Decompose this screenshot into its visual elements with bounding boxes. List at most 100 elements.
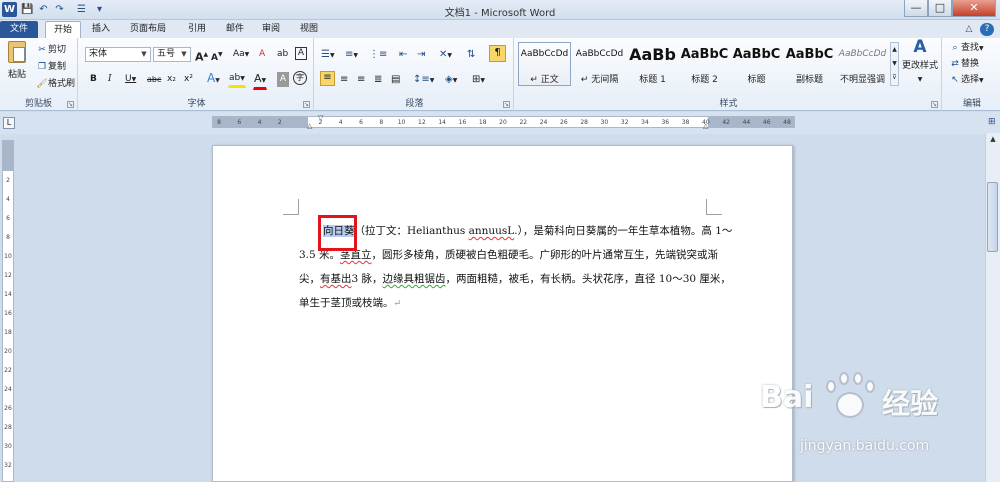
help-icon[interactable]: ?: [980, 23, 994, 36]
subscript-button[interactable]: x₂: [166, 72, 177, 87]
scroll-up-icon[interactable]: ▲: [987, 135, 999, 147]
phonetic-guide-icon: ab: [277, 49, 289, 59]
ruler-tick-label: 4: [338, 119, 343, 126]
chinese-layout-button[interactable]: ✕▼: [438, 47, 453, 63]
font-launcher-icon[interactable]: ↘: [303, 101, 310, 108]
scrollbar-thumb[interactable]: [987, 182, 998, 252]
numbering-button[interactable]: ≡▼: [344, 47, 362, 63]
select-button[interactable]: ↖ 选择▼: [948, 73, 985, 88]
tab-view[interactable]: 视图: [292, 21, 326, 38]
underline-button[interactable]: U▼: [124, 72, 137, 87]
format-painter-button[interactable]: 🖌格式刷: [35, 77, 76, 91]
cut-button[interactable]: ✂ 剪切: [35, 43, 67, 57]
horizontal-ruler[interactable]: 8 6 4 2 2 4 6 8 10 12 14 16 18 20 22 24 26 28 30 32 34 36 38 40…: [212, 114, 795, 130]
doc-text: ，圆形多棱角，质硬被白色粗硬毛。广卵形的叶片通常互生，先端锐突或渐: [371, 249, 719, 261]
margin-corner-mark: [706, 199, 722, 215]
distributed-button[interactable]: ▤: [390, 72, 401, 87]
font-size-select[interactable]: 五号 ▼: [153, 47, 191, 62]
change-styles-icon: A: [913, 37, 927, 57]
align-left-button[interactable]: ≡: [320, 71, 335, 86]
title-bar: W 💾 ↶ ↷ ☰ ▾ 文档1 - Microsoft Word — □ ✕: [0, 0, 1000, 20]
decrease-indent-button[interactable]: ⇤: [398, 47, 408, 62]
paragraph-launcher-icon[interactable]: ↘: [503, 101, 510, 108]
underline-icon: U: [125, 74, 132, 84]
increase-indent-button[interactable]: ⇥: [416, 47, 426, 62]
grow-font-button[interactable]: A▲: [194, 47, 209, 65]
tab-file[interactable]: 文件: [0, 21, 38, 38]
tab-insert[interactable]: 插入: [84, 21, 118, 38]
char-shading-button[interactable]: A: [277, 72, 289, 87]
bullets-button[interactable]: ☰▼: [320, 47, 338, 63]
document-body[interactable]: 向日葵（拉丁文：Helianthus annuusL.），是菊科向日葵属的一年生…: [299, 219, 732, 316]
show-marks-button[interactable]: ¶: [489, 45, 506, 62]
char-border-button[interactable]: A: [295, 47, 307, 60]
style-title[interactable]: AaBbC 标题: [730, 42, 783, 86]
document-page[interactable]: 向日葵（拉丁文：Helianthus annuusL.），是菊科向日葵属的一年生…: [212, 145, 793, 482]
tab-mailings[interactable]: 邮件: [218, 21, 252, 38]
copy-button[interactable]: ❐ 复制: [35, 60, 67, 74]
vertical-ruler[interactable]: 2 4 6 8 10 12 14 16 18 20 22 24 26 28 30 32: [2, 140, 14, 482]
tab-selector-icon[interactable]: L: [3, 117, 15, 129]
shrink-font-button[interactable]: A▼: [210, 47, 224, 66]
clear-format-button[interactable]: A: [258, 47, 266, 62]
minimize-ribbon-icon[interactable]: △: [962, 21, 976, 38]
char-border-icon: A: [297, 48, 305, 58]
style-heading-2[interactable]: AaBbC 标题 2: [678, 42, 731, 86]
align-right-button[interactable]: ≡: [356, 72, 366, 87]
style-name: 标题 1: [639, 75, 666, 85]
styles-launcher-icon[interactable]: ↘: [931, 101, 938, 108]
paste-label: 粘贴: [7, 70, 26, 80]
clipboard-launcher-icon[interactable]: ↘: [67, 101, 74, 108]
style-normal[interactable]: AaBbCcDd ↵ 正文: [518, 42, 571, 86]
font-color-button[interactable]: A▼: [253, 71, 268, 90]
style-heading-1[interactable]: AaBb 标题 1: [626, 42, 679, 86]
spelling-error[interactable]: 有基出: [320, 273, 352, 285]
font-name-select[interactable]: 宋体 ▼: [85, 47, 151, 62]
ruler-tick-label: 10: [4, 253, 12, 260]
superscript-button[interactable]: x²: [183, 72, 194, 87]
annotation-red-box: [318, 215, 357, 251]
phonetic-guide-button[interactable]: ab: [276, 47, 289, 62]
hanging-indent-marker[interactable]: △: [307, 122, 312, 130]
style-no-spacing[interactable]: AaBbCcDd ↵ 无间隔: [573, 42, 626, 86]
tab-review[interactable]: 审阅: [254, 21, 288, 38]
tab-home[interactable]: 开始: [45, 21, 81, 38]
minimize-button[interactable]: —: [904, 0, 928, 17]
tab-page-layout[interactable]: 页面布局: [122, 21, 174, 38]
enclose-char-button[interactable]: 字: [293, 71, 307, 85]
style-subtitle[interactable]: AaBbC 副标题: [783, 42, 836, 86]
styles-scroll-buttons[interactable]: ▲ ▼ ⊽: [890, 42, 899, 86]
shading-button[interactable]: ◈▼: [444, 72, 458, 88]
style-preview: AaBbCcDd: [838, 49, 887, 59]
grammar-error[interactable]: 边缘具粗锯齿: [383, 273, 446, 285]
line-spacing-button[interactable]: ↕≡▼: [412, 72, 435, 88]
editing-group: ⌕ 查找▼ ⇄ 替换 ↖ 选择▼ 编辑: [944, 38, 1000, 111]
view-ruler-icon[interactable]: ⊞: [988, 117, 998, 129]
highlight-button[interactable]: ab▼: [228, 71, 246, 88]
right-indent-marker[interactable]: △: [703, 122, 708, 130]
borders-button[interactable]: ⊞▼: [471, 72, 486, 88]
paste-button[interactable]: 粘贴: [4, 40, 30, 88]
replace-button[interactable]: ⇄ 替换: [948, 57, 980, 72]
strikethrough-button[interactable]: abc: [146, 72, 162, 87]
align-center-button[interactable]: ≡: [339, 72, 349, 87]
find-button[interactable]: ⌕ 查找▼: [948, 41, 985, 56]
align-left-icon: ≡: [323, 72, 332, 83]
sort-button[interactable]: ⇅: [466, 47, 476, 62]
brush-icon: 🖌: [36, 79, 48, 89]
close-button[interactable]: ✕: [952, 0, 996, 17]
justify-button[interactable]: ≣: [373, 72, 383, 87]
maximize-button[interactable]: □: [928, 0, 952, 17]
italic-button[interactable]: I: [107, 72, 113, 87]
text-effects-button[interactable]: A▼: [206, 71, 221, 88]
bold-button[interactable]: B: [89, 72, 98, 87]
first-line-indent-marker[interactable]: ▽: [318, 114, 323, 122]
sort-icon: ⇅: [467, 49, 476, 60]
change-case-button[interactable]: Aa▼: [232, 47, 250, 62]
style-subtle-emphasis[interactable]: AaBbCcDd 不明显强调: [836, 42, 889, 86]
multilevel-list-button[interactable]: ⋮≡: [368, 47, 387, 62]
spelling-error[interactable]: annuusL: [469, 225, 515, 237]
tab-references[interactable]: 引用: [180, 21, 214, 38]
change-styles-button[interactable]: A 更改样式 ▼: [900, 37, 940, 88]
highlight-icon: ab: [229, 73, 241, 83]
